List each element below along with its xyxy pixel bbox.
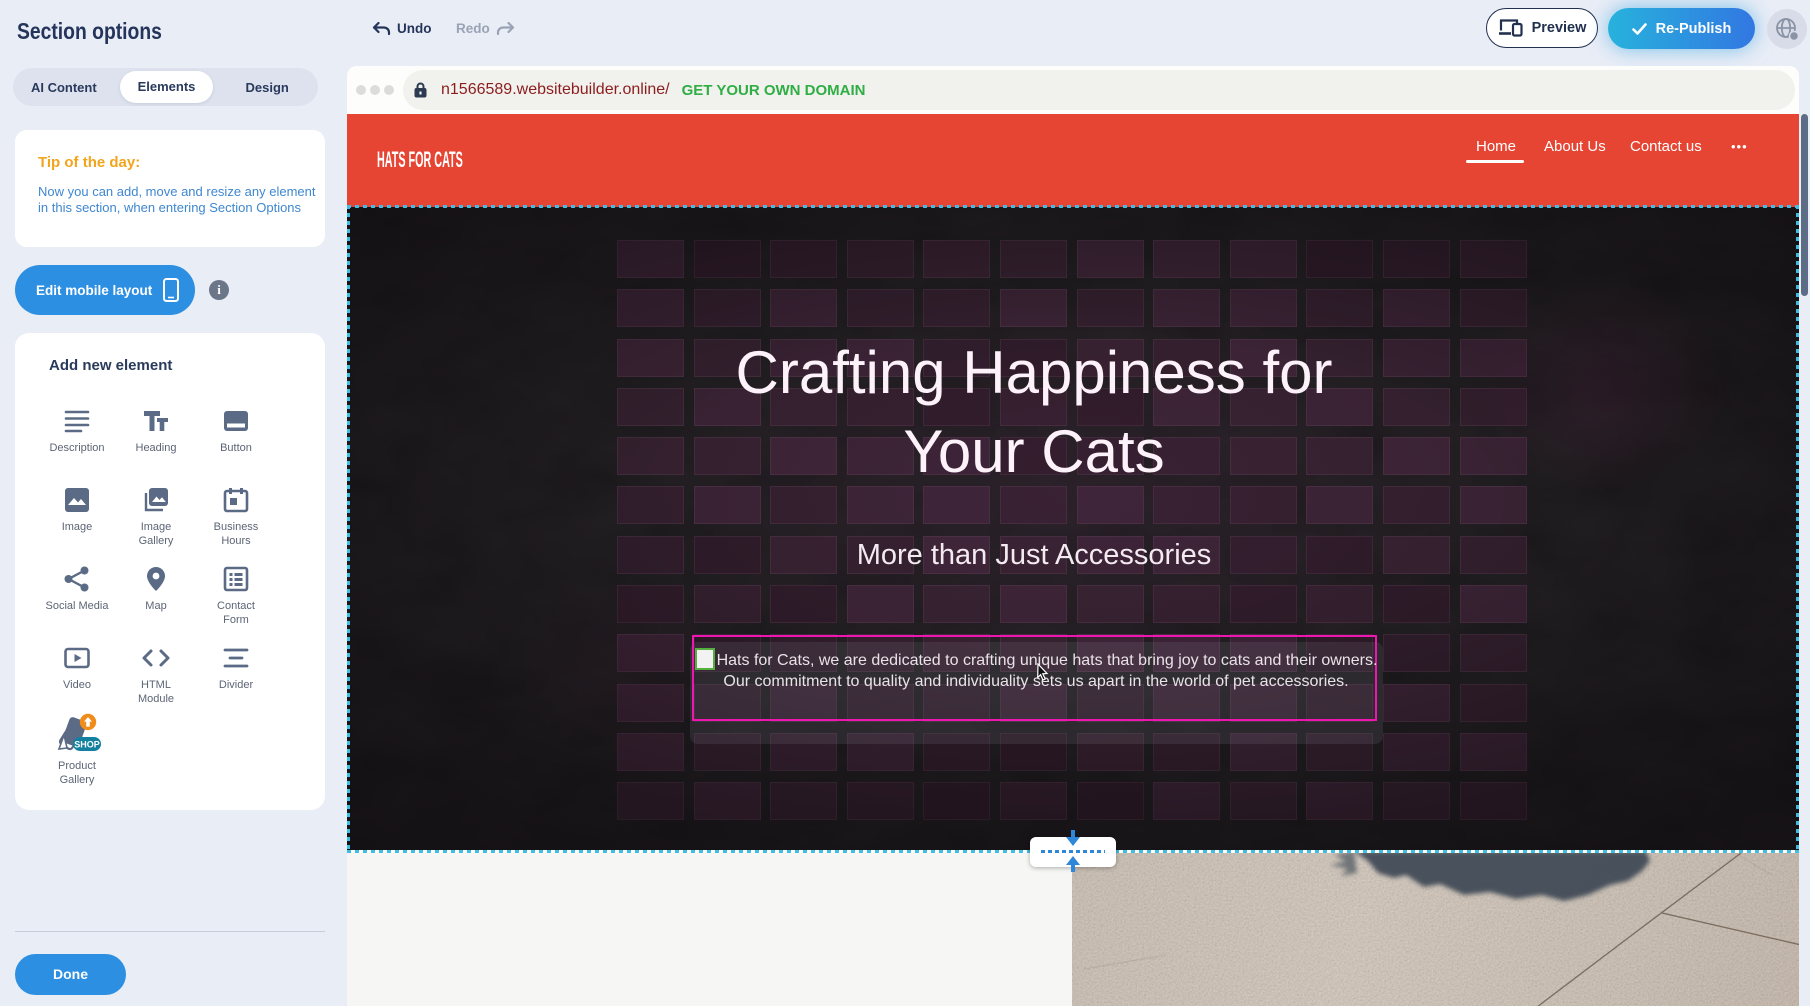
svg-text:SHOP: SHOP <box>74 740 100 750</box>
